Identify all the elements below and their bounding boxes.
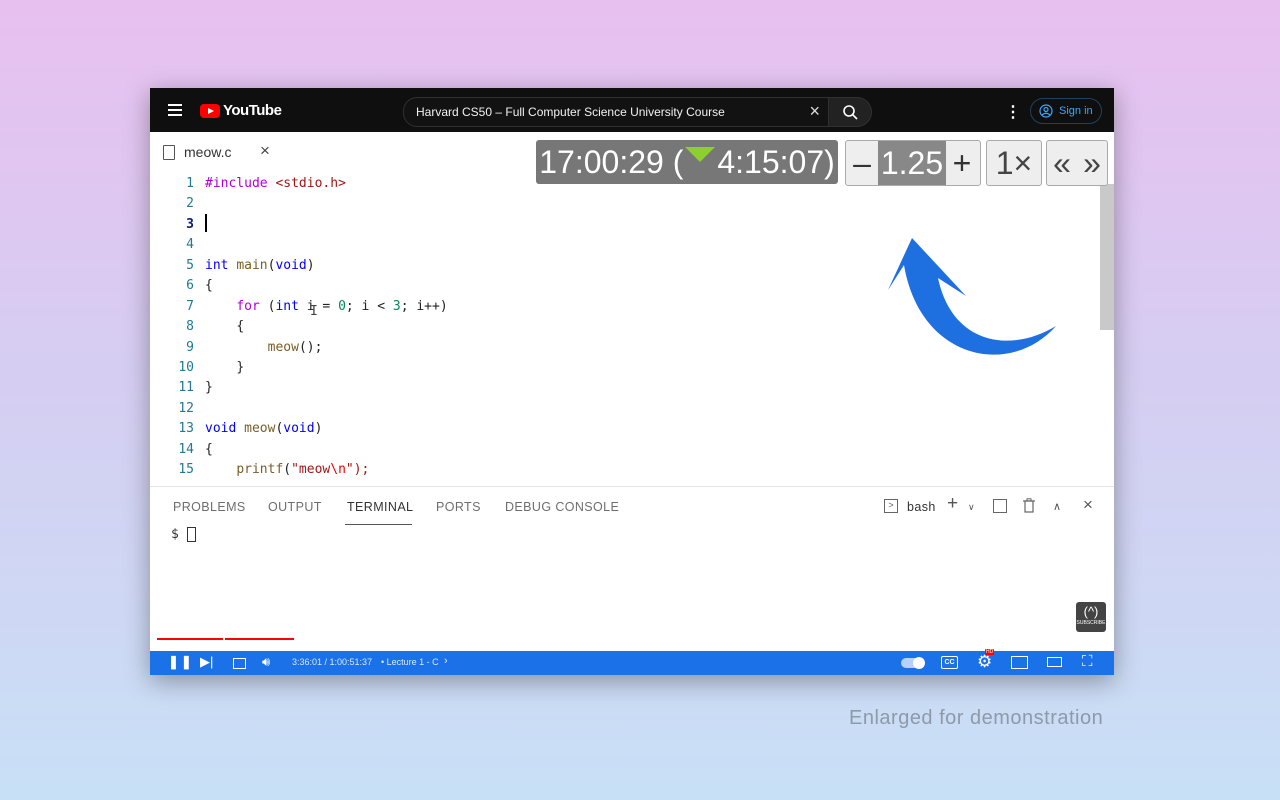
curved-arrow-annotation <box>888 238 1056 355</box>
caption-text: Enlarged for demonstration <box>849 707 1104 729</box>
